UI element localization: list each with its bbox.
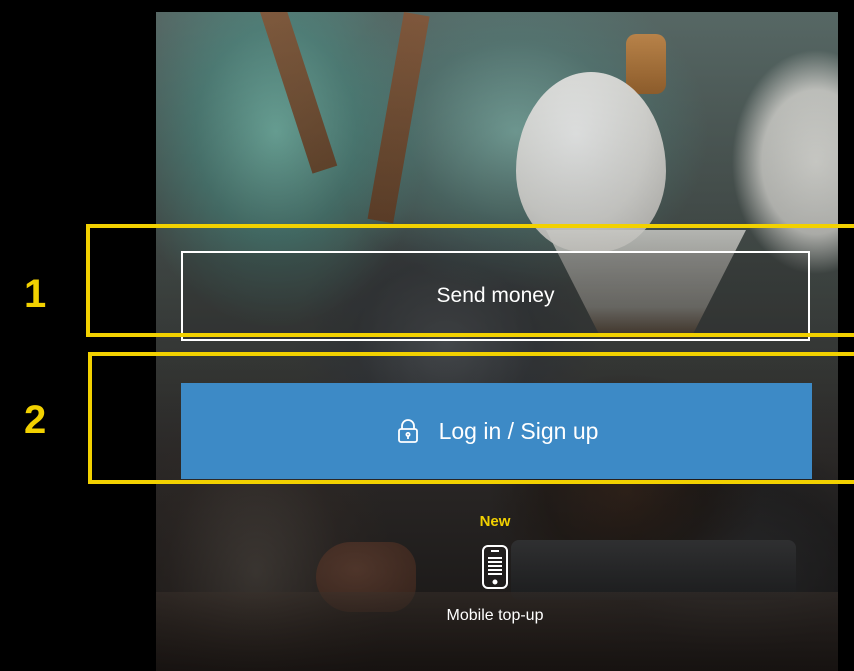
send-money-button[interactable]: Send money <box>181 251 810 341</box>
app-screen: Send money Log in / Sign up New Mobile t… <box>0 0 854 671</box>
login-signup-label: Log in / Sign up <box>438 417 599 444</box>
mobile-topup-label: Mobile top-up <box>446 607 544 624</box>
send-money-label: Send money <box>436 284 555 307</box>
lock-icon <box>395 418 421 444</box>
annotation-marker-2: 2 <box>24 398 47 442</box>
login-signup-button[interactable]: Log in / Sign up <box>181 383 812 479</box>
new-badge: New <box>479 513 511 530</box>
annotation-marker-1: 1 <box>24 272 47 316</box>
mobile-phone-icon <box>480 544 510 590</box>
mobile-topup-link[interactable]: New Mobile top-up <box>400 512 590 642</box>
